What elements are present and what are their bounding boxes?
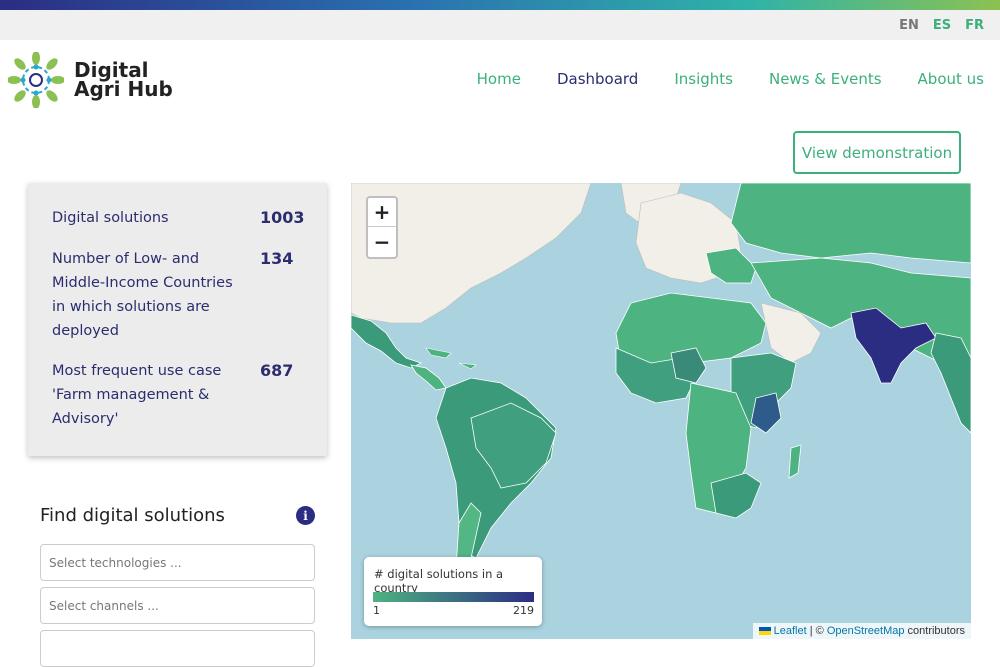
stat-value: 134 <box>260 249 294 268</box>
legend-color-scale <box>373 592 534 602</box>
nav-about-us[interactable]: About us <box>918 70 984 88</box>
russia[interactable] <box>730 183 971 264</box>
stat-label: Digital solutions <box>52 210 169 226</box>
stat-value: 687 <box>260 361 294 380</box>
select-channels[interactable]: Select channels ... <box>40 587 315 624</box>
stat-use-case: Most frequent use case 'Farm management … <box>52 359 312 431</box>
madagascar[interactable] <box>788 444 802 479</box>
zoom-in-button[interactable]: + <box>368 198 396 227</box>
map-attribution: Leaflet | © OpenStreetMap contributors <box>752 623 971 639</box>
logo-icon <box>8 52 64 108</box>
top-gradient-bar <box>0 0 1000 10</box>
caribbean[interactable] <box>425 347 477 370</box>
nav-dashboard[interactable]: Dashboard <box>557 70 638 88</box>
view-demonstration-button[interactable]: View demonstration <box>793 131 961 174</box>
nav-home[interactable]: Home <box>477 70 521 88</box>
world-map[interactable]: + − # digital solutions in a country 1 2… <box>351 183 971 639</box>
main-nav: Home Dashboard Insights News & Events Ab… <box>477 70 984 88</box>
attribution-separator: | © <box>806 625 827 637</box>
select-technologies[interactable]: Select technologies ... <box>40 544 315 581</box>
stat-value: 1003 <box>260 208 305 227</box>
legend-max: 219 <box>513 604 534 617</box>
attribution-tail: contributors <box>904 625 965 637</box>
site-header: Digital Agri Hub Home Dashboard Insights… <box>0 40 1000 120</box>
logo-line-2: Agri Hub <box>74 77 173 101</box>
lang-es[interactable]: ES <box>933 18 951 33</box>
stat-countries: Number of Low- and Middle-Income Countri… <box>52 247 312 343</box>
logo-text: Digital Agri Hub <box>74 60 173 101</box>
stat-label: Most frequent use case 'Farm management … <box>52 363 222 427</box>
language-bar: EN ES FR <box>0 10 1000 40</box>
nav-news-events[interactable]: News & Events <box>769 70 882 88</box>
leaflet-link[interactable]: Leaflet <box>774 625 807 637</box>
osm-link[interactable]: OpenStreetMap <box>827 625 905 637</box>
lang-fr[interactable]: FR <box>965 18 984 33</box>
site-logo[interactable]: Digital Agri Hub <box>8 52 173 108</box>
nav-insights[interactable]: Insights <box>674 70 733 88</box>
central-america[interactable] <box>410 364 447 391</box>
find-solutions-title: Find digital solutions <box>40 505 225 526</box>
lang-en[interactable]: EN <box>899 18 919 33</box>
stats-panel: Digital solutions 1003 Number of Low- an… <box>28 183 327 456</box>
southeast-asia[interactable] <box>930 332 971 434</box>
select-filter-3[interactable] <box>40 630 315 667</box>
zoom-out-button[interactable]: − <box>368 227 396 256</box>
legend-min: 1 <box>373 604 380 617</box>
zoom-control: + − <box>366 196 398 259</box>
legend-title: # digital solutions in a country <box>374 567 504 595</box>
info-icon[interactable]: i <box>296 506 315 525</box>
map-legend: # digital solutions in a country 1 219 <box>364 557 542 626</box>
stat-label: Number of Low- and Middle-Income Countri… <box>52 251 233 339</box>
stat-digital-solutions: Digital solutions 1003 <box>52 206 312 230</box>
ukraine-flag-icon <box>758 627 771 636</box>
